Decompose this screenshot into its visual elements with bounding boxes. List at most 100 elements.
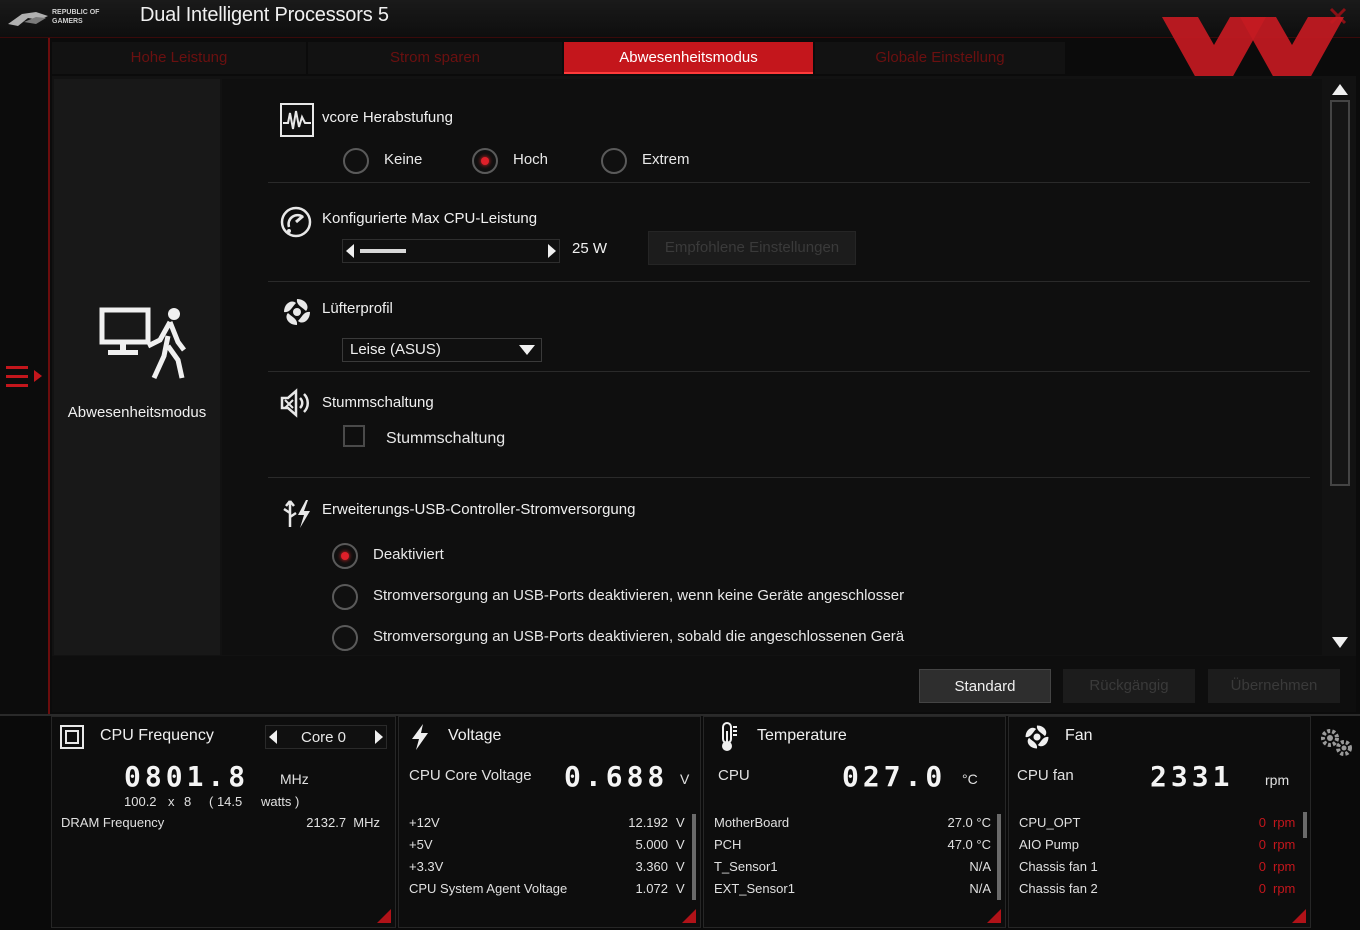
cpu-multiplier: 8 bbox=[184, 794, 192, 809]
voltage-row-unit: V bbox=[676, 837, 685, 852]
voltage-row-unit: V bbox=[676, 815, 685, 830]
vcore-option-none-radio[interactable] bbox=[343, 148, 369, 174]
fan-profile-select[interactable]: Leise (ASUS) bbox=[342, 338, 542, 362]
usb-option-disabled-radio[interactable] bbox=[332, 543, 358, 569]
voltage-row-label: +3.3V bbox=[409, 859, 444, 874]
fan-scrollbar[interactable] bbox=[1303, 812, 1307, 838]
standard-button[interactable]: Standard bbox=[919, 669, 1051, 703]
fan-row-label: AIO Pump bbox=[1019, 837, 1079, 852]
fan-row-value: 0 bbox=[1258, 881, 1266, 896]
slider-right-arrow-icon[interactable] bbox=[546, 243, 558, 259]
fan-row-label: CPU_OPT bbox=[1019, 815, 1081, 830]
temperature-scrollbar[interactable] bbox=[997, 814, 1001, 900]
tab-high-performance[interactable]: Hohe Leistung bbox=[52, 42, 306, 74]
temperature-row-value: N/A bbox=[969, 881, 991, 896]
cpu-watts: ( 14.5 bbox=[209, 794, 243, 809]
tab-global-settings[interactable]: Globale Einstellung bbox=[815, 42, 1065, 74]
panel-resize-handle[interactable] bbox=[682, 909, 696, 923]
cpu-core-voltage-value: 0.688 bbox=[564, 760, 669, 793]
fan-row-value: 0 bbox=[1258, 859, 1266, 874]
slider-left-arrow-icon[interactable] bbox=[344, 243, 356, 259]
voltage-row-label: +5V bbox=[409, 837, 433, 852]
mute-checkbox-label: Stummschaltung bbox=[386, 430, 506, 447]
cpu-multiplier-x: x bbox=[168, 794, 175, 809]
temperature-row-label: EXT_Sensor1 bbox=[714, 881, 795, 896]
gear-icon[interactable] bbox=[1318, 726, 1354, 760]
usb-option-no-device-radio[interactable] bbox=[332, 584, 358, 610]
temperature-row-value: 27.0 °C bbox=[947, 815, 991, 830]
scroll-down-arrow-icon[interactable] bbox=[1331, 636, 1349, 650]
mute-checkbox[interactable] bbox=[343, 425, 365, 447]
usb-option-device-off-radio[interactable] bbox=[332, 625, 358, 651]
temperature-row-label: MotherBoard bbox=[714, 815, 790, 830]
dram-frequency-value: 2132.7 MHz bbox=[306, 815, 380, 830]
chevron-down-icon[interactable] bbox=[518, 344, 536, 356]
cpu-power-title: Konfigurierte Max CPU-Leistung bbox=[322, 210, 538, 227]
cpu-gauge-icon bbox=[280, 206, 312, 238]
recommended-settings-button[interactable]: Empfohlene Einstellungen bbox=[648, 231, 856, 265]
fan-row-label: Chassis fan 2 bbox=[1019, 881, 1098, 896]
tab-power-saving[interactable]: Strom sparen bbox=[308, 42, 562, 74]
menu-expand-icon[interactable] bbox=[4, 362, 44, 392]
undo-button[interactable]: Rückgängig bbox=[1063, 669, 1195, 703]
speaker-mute-icon bbox=[280, 388, 309, 418]
temperature-row-value: N/A bbox=[969, 859, 991, 874]
tab-away-mode[interactable]: Abwesenheitsmodus bbox=[564, 42, 813, 74]
vcore-option-extreme-radio[interactable] bbox=[601, 148, 627, 174]
temperature-row-value: 47.0 °C bbox=[947, 837, 991, 852]
brand-text: REPUBLIC OF GAMERS bbox=[52, 9, 100, 25]
vcore-option-high-radio[interactable] bbox=[472, 148, 498, 174]
voltage-row-value: 3.360 bbox=[635, 859, 668, 874]
core-prev-arrow-icon[interactable] bbox=[268, 729, 278, 745]
voltage-row-value: 12.192 bbox=[628, 815, 668, 830]
usb-option-no-device-label: Stromversorgung an USB-Ports deaktiviere… bbox=[373, 587, 905, 604]
away-mode-icon bbox=[99, 307, 186, 380]
cpu-watts-unit: watts ) bbox=[261, 794, 300, 809]
waveform-icon bbox=[280, 103, 314, 137]
fan-row-unit: rpm bbox=[1273, 859, 1296, 874]
apply-button[interactable]: Übernehmen bbox=[1208, 669, 1340, 703]
fan-icon bbox=[284, 299, 310, 325]
cpu-fan-value: 2331 bbox=[1150, 760, 1234, 793]
voltage-row-label: CPU System Agent Voltage bbox=[409, 881, 568, 896]
panel-resize-handle[interactable] bbox=[1292, 909, 1306, 923]
mode-tabs: Hohe Leistung Strom sparen Abwesenheitsm… bbox=[52, 40, 1360, 76]
cpu-temperature-value: 027.0 bbox=[842, 760, 947, 793]
scroll-up-arrow-icon[interactable] bbox=[1331, 82, 1349, 96]
fan-row-unit: rpm bbox=[1273, 815, 1296, 830]
cpu-frequency-value: 0801.8 bbox=[124, 760, 250, 793]
panel-resize-handle[interactable] bbox=[987, 909, 1001, 923]
divider bbox=[268, 281, 1310, 282]
fan-row-unit: rpm bbox=[1273, 837, 1296, 852]
voltage-row-label: +12V bbox=[409, 815, 440, 830]
divider bbox=[268, 371, 1310, 372]
core-selector-value: Core 0 bbox=[301, 729, 347, 746]
fan-icon bbox=[1025, 725, 1049, 749]
voltage-row-unit: V bbox=[676, 881, 685, 896]
vcore-title: vcore Herabstufung bbox=[322, 109, 453, 126]
voltage-scrollbar[interactable] bbox=[692, 814, 696, 900]
fan-row-label: Chassis fan 1 bbox=[1019, 859, 1098, 874]
fan-profile-value: Leise (ASUS) bbox=[350, 341, 441, 358]
fan-profile-title: Lüfterprofil bbox=[322, 300, 393, 317]
vcore-option-none-label: Keine bbox=[384, 151, 423, 168]
voltage-row-value: 1.072 bbox=[635, 881, 668, 896]
voltage-row-unit: V bbox=[676, 859, 685, 874]
scrollbar-thumb[interactable] bbox=[1330, 100, 1350, 486]
app-title: Dual Intelligent Processors 5 bbox=[140, 4, 389, 26]
cpu-fan-unit: rpm bbox=[1265, 772, 1290, 788]
cpu-temperature-unit: °C bbox=[962, 771, 978, 787]
mute-title: Stummschaltung bbox=[322, 394, 434, 411]
core-next-arrow-icon[interactable] bbox=[374, 729, 384, 745]
voltage-title: Voltage bbox=[448, 727, 502, 744]
cpu-core-voltage-unit: V bbox=[680, 771, 690, 787]
thermometer-icon bbox=[722, 722, 737, 751]
panel-resize-handle[interactable] bbox=[377, 909, 391, 923]
lightning-icon bbox=[412, 724, 428, 750]
fan-row-value: 0 bbox=[1258, 815, 1266, 830]
cpu-base-clock: 100.2 bbox=[124, 794, 157, 809]
divider bbox=[268, 477, 1310, 478]
usb-power-icon bbox=[283, 500, 310, 528]
slider-fill bbox=[360, 249, 406, 253]
cpu-frequency-unit: MHz bbox=[280, 771, 309, 787]
